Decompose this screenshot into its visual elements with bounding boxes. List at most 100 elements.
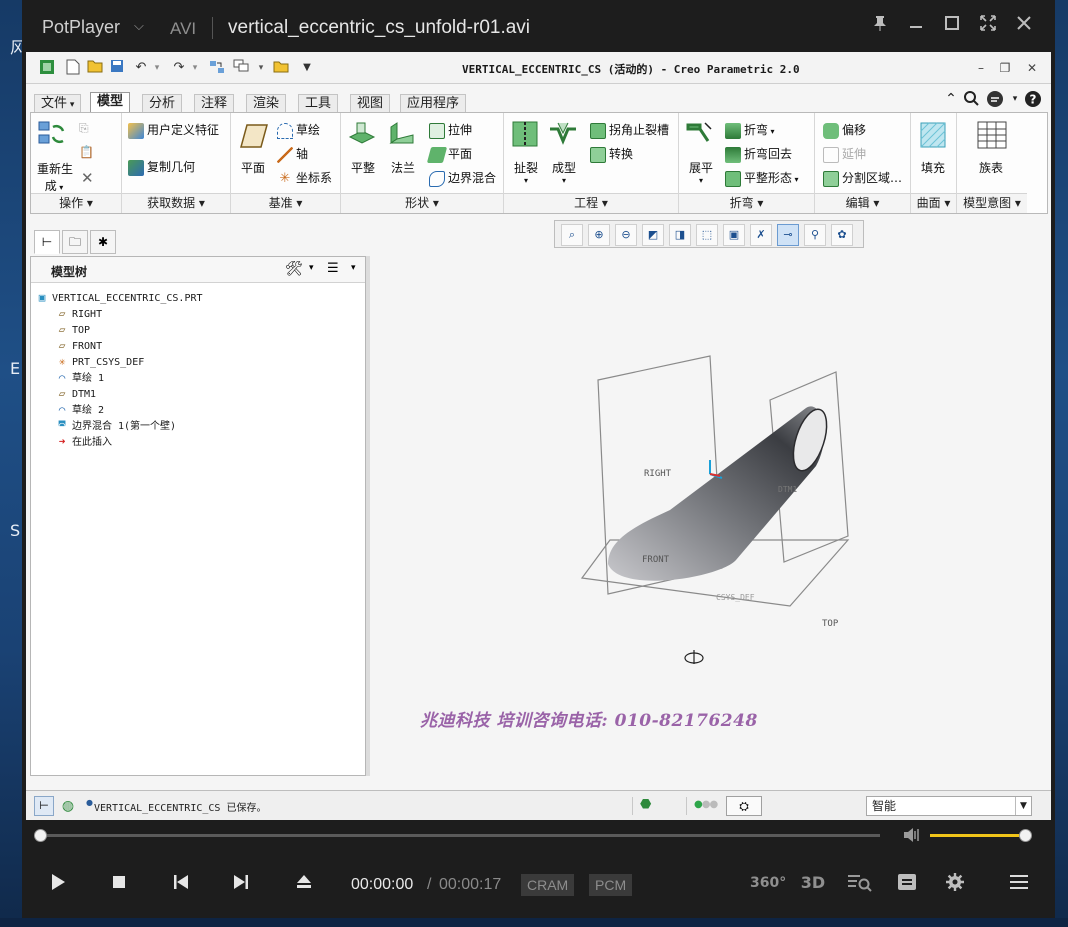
player-titlebar[interactable]: PotPlayer ⌵ AVI vertical_eccentric_cs_un…: [22, 0, 1055, 52]
fill-button[interactable]: 填充: [921, 159, 945, 176]
zoom-in-icon[interactable]: ⊕: [588, 224, 610, 246]
repaint-icon[interactable]: ◩: [642, 224, 664, 246]
chevron-down-icon[interactable]: ▾: [351, 263, 356, 273]
fullscreen-icon[interactable]: [976, 14, 1000, 38]
stop-icon[interactable]: [110, 872, 128, 894]
eject-icon[interactable]: [294, 872, 314, 894]
regenerate-icon[interactable]: [208, 59, 226, 77]
tab-render[interactable]: 渲染: [246, 94, 287, 112]
previous-icon[interactable]: [172, 872, 190, 894]
tree-item-boundary-blend[interactable]: ◚ 边界混合 1(第一个壁): [55, 418, 176, 434]
group-label[interactable]: 编辑 ▾: [815, 193, 910, 213]
customize-toolbar-icon[interactable]: ▼: [298, 59, 316, 77]
volume-bar[interactable]: [930, 834, 1025, 837]
chevron-down-icon[interactable]: ▾: [252, 59, 270, 77]
tree-item-part[interactable]: ▣ VERTICAL_ECCENTRIC_CS.PRT: [35, 290, 203, 306]
zoom-out-icon[interactable]: ⊖: [615, 224, 637, 246]
tree-item-right[interactable]: ▱ RIGHT: [55, 306, 102, 322]
group-label[interactable]: 形状 ▾: [341, 193, 503, 213]
flat-wall-icon[interactable]: [347, 119, 377, 149]
tab-annotate[interactable]: 注释: [194, 94, 235, 112]
display-style-icon[interactable]: ◨: [669, 224, 691, 246]
tree-item-dtm1[interactable]: ▱ DTM1: [55, 386, 96, 402]
fill-icon[interactable]: [919, 121, 949, 151]
volume-icon[interactable]: [902, 826, 922, 844]
rip-button[interactable]: 扯裂 ▾: [512, 159, 540, 185]
tree-item-insert-here[interactable]: ➜ 在此插入: [55, 434, 112, 450]
group-label[interactable]: 基准 ▾: [231, 193, 340, 213]
next-icon[interactable]: [232, 872, 250, 894]
extend-button[interactable]: 延伸: [823, 145, 866, 163]
axis-button[interactable]: 轴: [277, 145, 308, 163]
tree-item-csys[interactable]: ✳ PRT_CSYS_DEF: [55, 354, 145, 370]
tab-model-tree[interactable]: ⊢: [34, 230, 60, 254]
video-codec-badge[interactable]: CRAM: [521, 874, 575, 896]
regenerate-icon[interactable]: [37, 119, 67, 149]
tree-settings-icon[interactable]: 🛠: [285, 261, 303, 277]
new-file-icon[interactable]: [64, 59, 82, 77]
collapse-ribbon-icon[interactable]: ⌃: [942, 90, 960, 108]
flange-button[interactable]: 法兰: [391, 159, 415, 176]
help-icon[interactable]: ?: [1024, 90, 1042, 108]
planar-button[interactable]: 平面: [426, 145, 472, 163]
group-label[interactable]: 获取数据 ▾: [122, 193, 230, 213]
copy-geometry-button[interactable]: 复制几何: [128, 158, 195, 176]
time-total[interactable]: 00:00:17: [439, 876, 501, 894]
tree-columns-icon[interactable]: ☰: [327, 261, 339, 276]
playlist-search-icon[interactable]: [846, 872, 872, 894]
delete-icon[interactable]: ✕: [81, 169, 94, 187]
selection-filter[interactable]: 智能 ▼: [866, 796, 1032, 816]
chevron-down-icon[interactable]: ▾: [309, 263, 314, 273]
tab-file[interactable]: 文件 ▾: [34, 94, 82, 112]
chevron-down-icon[interactable]: ▾: [186, 59, 204, 77]
flat-pattern-button[interactable]: 平整形态 ▾: [725, 169, 799, 187]
minimize-icon[interactable]: [904, 14, 928, 38]
form-icon[interactable]: [548, 119, 578, 149]
tab-tools[interactable]: 工具: [298, 94, 339, 112]
3d-button[interactable]: 3D: [800, 872, 826, 894]
appearance-icon[interactable]: ✿: [831, 224, 853, 246]
rip-icon[interactable]: [510, 119, 540, 149]
group-label[interactable]: 操作 ▾: [31, 193, 121, 213]
chevron-down-icon[interactable]: ⌵: [134, 19, 144, 34]
pin-icon[interactable]: [868, 14, 892, 38]
minimize-icon[interactable]: –: [972, 59, 990, 77]
find-icon[interactable]: ⛭: [726, 796, 762, 816]
sketch-button[interactable]: 草绘: [277, 121, 320, 139]
chevron-down-icon[interactable]: ▾: [1006, 90, 1024, 108]
tree-item-top[interactable]: ▱ TOP: [55, 322, 90, 338]
play-icon[interactable]: [48, 872, 68, 894]
tree-item-sketch2[interactable]: ⌒ 草绘 2: [55, 402, 104, 418]
seek-handle[interactable]: [34, 829, 47, 842]
plane-button[interactable]: 平面: [241, 159, 265, 176]
regen-status-icon[interactable]: ⬣: [640, 797, 651, 812]
annotation-display-icon[interactable]: ⚲: [804, 224, 826, 246]
model-tree-toggle-icon[interactable]: ⊢: [34, 796, 54, 816]
tree-item-front[interactable]: ▱ FRONT: [55, 338, 102, 354]
split-area-button[interactable]: 分割区域…: [823, 169, 902, 187]
saved-views-icon[interactable]: ⬚: [696, 224, 718, 246]
close-icon[interactable]: ✕: [1023, 59, 1041, 77]
regenerate-button[interactable]: 重新生 成 ▾: [37, 160, 73, 194]
bend-back-button[interactable]: 折弯回去: [725, 145, 792, 163]
close-window-icon[interactable]: [272, 59, 290, 77]
tab-view[interactable]: 视图: [350, 94, 391, 112]
save-icon[interactable]: [108, 59, 126, 77]
player-brand[interactable]: PotPlayer: [42, 17, 120, 38]
gear-icon[interactable]: [944, 872, 966, 894]
search-icon[interactable]: [962, 90, 980, 108]
convert-button[interactable]: 转换: [590, 145, 633, 163]
datum-display-icon[interactable]: ✗: [750, 224, 772, 246]
vr-360-button[interactable]: 360°: [750, 872, 786, 894]
tab-analysis[interactable]: 分析: [142, 94, 183, 112]
group-label[interactable]: 工程 ▾: [504, 193, 678, 213]
subtitle-icon[interactable]: [896, 872, 918, 894]
tab-model[interactable]: 模型: [90, 92, 131, 112]
maximize-icon[interactable]: [940, 14, 964, 38]
windows-icon[interactable]: [232, 59, 250, 77]
paste-icon[interactable]: 📋: [79, 145, 94, 159]
unbend-icon[interactable]: [685, 119, 715, 149]
tab-applications[interactable]: 应用程序: [400, 94, 467, 112]
view-manager-icon[interactable]: ▣: [723, 224, 745, 246]
group-label[interactable]: 曲面 ▾: [911, 193, 956, 213]
